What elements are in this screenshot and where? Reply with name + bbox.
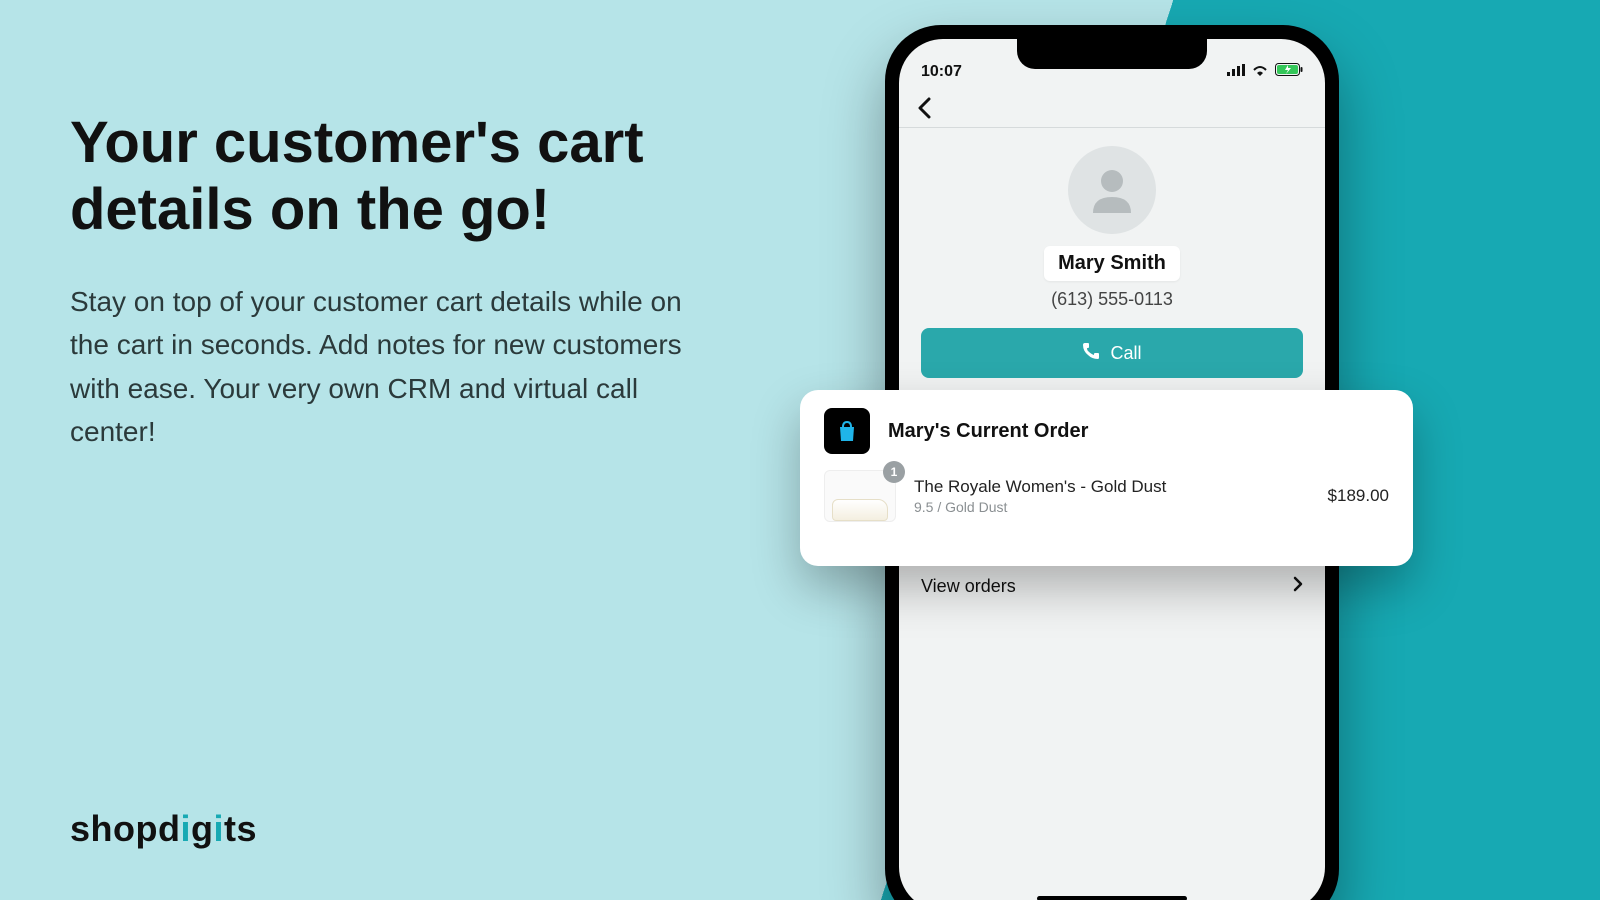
product-name: The Royale Women's - Gold Dust	[914, 477, 1310, 497]
brand-part: g	[191, 808, 214, 849]
screen-navbar	[899, 85, 1325, 127]
product-variant: 9.5 / Gold Dust	[914, 499, 1310, 515]
phone-notch	[1017, 39, 1207, 69]
status-icons	[1227, 63, 1303, 81]
brand-accent: i	[180, 808, 191, 849]
marketing-subhead: Stay on top of your customer cart detail…	[70, 280, 710, 454]
cellular-signal-icon	[1227, 63, 1245, 81]
wifi-icon	[1251, 63, 1269, 81]
battery-charging-icon	[1275, 63, 1303, 81]
shopping-bag-app-icon	[824, 408, 870, 454]
product-price: $189.00	[1328, 486, 1389, 506]
brand-part: shopd	[70, 808, 180, 849]
marketing-headline: Your customer's cart details on the go!	[70, 110, 750, 243]
quantity-badge: 1	[883, 461, 905, 483]
avatar-placeholder-icon	[1068, 146, 1156, 234]
phone-handset-icon	[1082, 342, 1100, 365]
view-orders-row[interactable]: View orders	[921, 558, 1303, 614]
headline-line-1: Your customer's cart	[70, 110, 644, 175]
brand-logo: shopdigits	[70, 808, 257, 850]
product-thumbnail: 1	[824, 470, 896, 522]
home-indicator	[1037, 896, 1187, 900]
back-button[interactable]	[917, 97, 1307, 119]
call-button[interactable]: Call	[921, 328, 1303, 378]
call-button-label: Call	[1110, 343, 1141, 364]
order-card-title: Mary's Current Order	[888, 420, 1088, 443]
current-order-card: Mary's Current Order 1 The Royale Women'…	[800, 390, 1413, 566]
order-line-item: 1 The Royale Women's - Gold Dust 9.5 / G…	[824, 470, 1389, 522]
view-orders-label: View orders	[921, 576, 1016, 597]
customer-phone: (613) 555-0113	[899, 289, 1325, 310]
customer-name: Mary Smith	[1044, 246, 1180, 281]
chevron-right-icon	[1293, 576, 1303, 597]
shoe-icon	[832, 499, 888, 521]
brand-part: ts	[224, 808, 257, 849]
headline-line-2: details on the go!	[70, 177, 550, 242]
status-time: 10:07	[921, 63, 962, 81]
brand-accent: i	[214, 808, 225, 849]
